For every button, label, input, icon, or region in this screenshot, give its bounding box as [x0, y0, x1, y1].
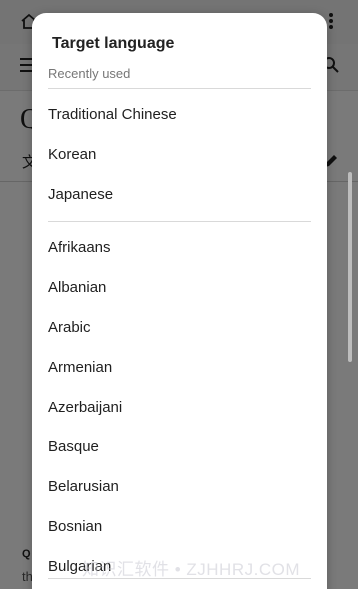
- dialog-title: Target language: [52, 35, 175, 52]
- divider: [48, 88, 311, 89]
- language-label: Bosnian: [48, 518, 103, 535]
- language-label: Basque: [48, 438, 99, 455]
- language-option-albanian[interactable]: Albanian: [32, 269, 327, 309]
- language-option-armenian[interactable]: Armenian: [32, 349, 327, 389]
- language-label: Arabic: [48, 319, 91, 336]
- language-label: Belarusian: [48, 478, 119, 495]
- language-label: Albanian: [48, 279, 107, 296]
- target-language-dialog: Target language Recently used Traditiona…: [32, 13, 327, 589]
- language-option-afrikaans[interactable]: Afrikaans: [32, 229, 327, 269]
- language-option-belarusian[interactable]: Belarusian: [32, 468, 327, 508]
- language-option-bosnian[interactable]: Bosnian: [32, 508, 327, 548]
- language-option-traditional-chinese[interactable]: Traditional Chinese: [32, 96, 327, 136]
- language-option-basque[interactable]: Basque: [32, 428, 327, 468]
- language-label: Traditional Chinese: [48, 106, 177, 123]
- language-label: Azerbaijani: [48, 399, 123, 416]
- divider: [48, 221, 311, 222]
- recently-used-label: Recently used: [48, 66, 131, 81]
- watermark: 知识汇软件 • ZJHHRJ.COM: [82, 560, 300, 579]
- language-label: Afrikaans: [48, 239, 111, 256]
- language-option-arabic[interactable]: Arabic: [32, 309, 327, 349]
- language-label: Japanese: [48, 186, 114, 203]
- language-label: Armenian: [48, 359, 113, 376]
- language-option-korean[interactable]: Korean: [32, 136, 327, 176]
- language-label: Korean: [48, 146, 97, 163]
- scrollbar[interactable]: [348, 172, 352, 362]
- language-option-japanese[interactable]: Japanese: [32, 176, 327, 216]
- language-option-azerbaijani[interactable]: Azerbaijani: [32, 389, 327, 429]
